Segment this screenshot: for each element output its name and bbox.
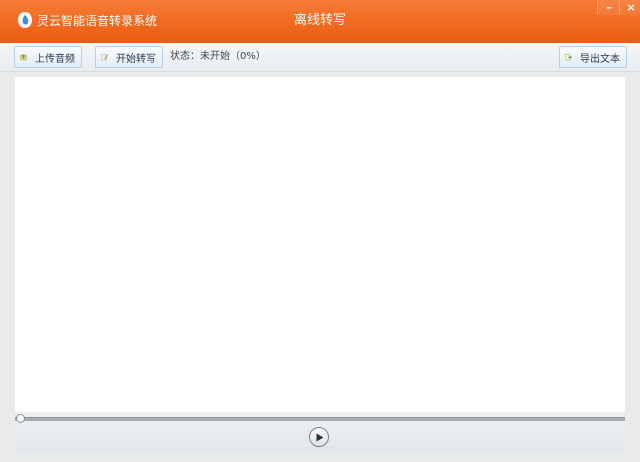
window-title: 离线转写	[293, 13, 346, 28]
upload-audio-button[interactable]: 上传音频	[14, 46, 82, 68]
minimize-button[interactable]: –	[597, 0, 620, 15]
edit-transcribe-icon	[101, 54, 108, 61]
export-text-button[interactable]: 导出文本	[559, 46, 627, 68]
seek-bar[interactable]	[15, 417, 625, 421]
upload-audio-label: 上传音频	[35, 53, 75, 65]
play-icon	[316, 433, 324, 442]
toolbar: 上传音频 开始转写 导出文本	[0, 43, 640, 72]
close-button[interactable]: ×	[619, 0, 640, 15]
export-text-label: 导出文本	[580, 53, 620, 65]
status-text: 状态：未开始（0%）	[170, 51, 266, 62]
start-transcribe-label: 开始转写	[116, 53, 156, 65]
seek-handle[interactable]	[16, 414, 25, 423]
start-transcribe-button[interactable]: 开始转写	[95, 46, 163, 68]
play-button[interactable]	[309, 427, 329, 447]
transcript-area[interactable]	[15, 77, 625, 412]
audio-player	[15, 412, 625, 453]
title-bar: 灵云智能语音转录系统 离线转写 – ×	[0, 0, 640, 43]
export-text-icon	[565, 54, 572, 61]
upload-audio-icon	[20, 54, 27, 61]
